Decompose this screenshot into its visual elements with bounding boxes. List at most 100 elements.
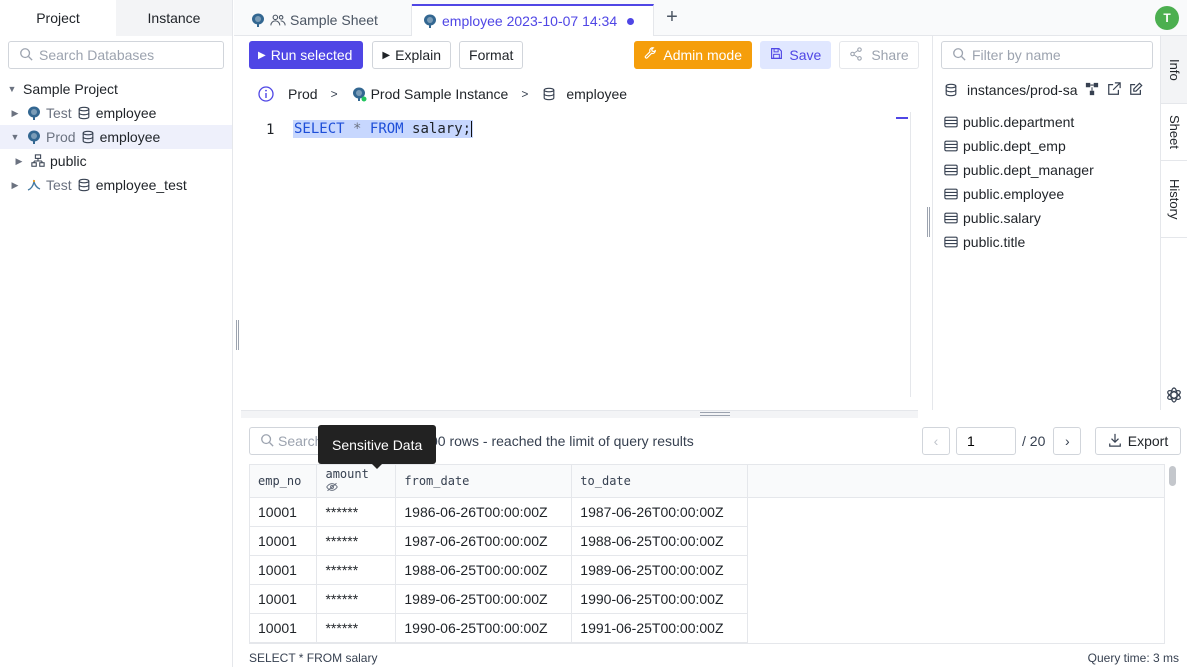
info-icon[interactable] [258, 86, 274, 102]
search-icon [952, 47, 966, 64]
external-link-icon[interactable] [1107, 81, 1121, 99]
user-avatar[interactable]: T [1155, 6, 1179, 30]
search-icon [19, 47, 33, 64]
right-resize-handle[interactable] [927, 207, 930, 237]
next-page-button[interactable]: › [1053, 427, 1082, 455]
tree-db-test-employee[interactable]: ▶ Test employee [0, 101, 232, 125]
cell[interactable]: 10001 [250, 613, 318, 643]
save-button[interactable]: Save [760, 41, 832, 69]
cell[interactable]: 1988-06-25T00:00:00Z [395, 555, 573, 585]
tree-project[interactable]: ▼ Sample Project [0, 77, 232, 101]
column-header[interactable]: emp_no [250, 465, 318, 498]
result-search-input[interactable] [278, 433, 318, 449]
column-header[interactable]: to_date [571, 465, 749, 498]
column-header[interactable]: from_date [395, 465, 573, 498]
pagination: ‹ / 20 › [922, 427, 1082, 455]
format-button[interactable]: Format [459, 41, 524, 69]
tab-project[interactable]: Project [0, 0, 116, 36]
postgres-icon [351, 86, 367, 102]
cell[interactable]: 10001 [250, 526, 318, 556]
table-item-department[interactable]: public.department [943, 110, 1094, 134]
cell[interactable]: 10001 [250, 497, 318, 527]
table-item-employee[interactable]: public.employee [943, 182, 1094, 206]
sql-code-line[interactable]: SELECT * FROM salary; [293, 120, 474, 138]
cell[interactable]: 1988-06-25T00:00:00Z [571, 526, 749, 556]
cell[interactable]: ****** [316, 584, 397, 614]
table-list: public.department public.dept_emp public… [943, 110, 1094, 254]
cell[interactable]: 1989-06-25T00:00:00Z [395, 584, 573, 614]
share-label: Share [871, 47, 909, 63]
text-cursor [471, 121, 473, 137]
add-tab-button[interactable]: + [662, 6, 682, 29]
minimap-marker [896, 117, 908, 119]
explain-button[interactable]: ▶ Explain [372, 41, 452, 69]
edit-icon[interactable] [1129, 81, 1143, 99]
tree-db-test-employee-test[interactable]: ▶ Test employee_test [0, 173, 232, 197]
share-button[interactable]: Share [839, 41, 919, 69]
result-scrollbar[interactable] [1168, 464, 1178, 644]
caret-right-icon[interactable]: ▶ [10, 108, 20, 119]
side-tab-label: History [1167, 178, 1182, 220]
cell[interactable]: ****** [316, 497, 397, 527]
scrollbar-thumb[interactable] [1169, 466, 1176, 486]
cell[interactable]: 1990-06-25T00:00:00Z [571, 584, 749, 614]
search-databases[interactable] [8, 41, 224, 69]
cell[interactable]: 1991-06-25T00:00:00Z [571, 613, 749, 643]
table-item-title[interactable]: public.title [943, 230, 1094, 254]
horizontal-splitter[interactable] [241, 410, 918, 418]
diagram-icon[interactable] [1085, 82, 1099, 99]
table-row: 10001 ****** 1987-06-26T00:00:00Z 1988-0… [250, 526, 1164, 556]
search-databases-input[interactable] [39, 47, 219, 63]
column-header-amount[interactable]: amount [316, 465, 397, 498]
tree-db-prod-employee[interactable]: ▼ Prod employee [0, 125, 232, 149]
sensitive-data-tooltip: Sensitive Data [318, 425, 437, 469]
splitter-handle[interactable] [700, 412, 730, 416]
header-row: emp_no amount from_date to_date [250, 465, 1164, 498]
cell[interactable]: 1990-06-25T00:00:00Z [395, 613, 573, 643]
left-resize-handle[interactable] [236, 320, 239, 350]
cell[interactable]: 1987-06-26T00:00:00Z [571, 497, 749, 527]
caret-right-icon[interactable]: ▶ [10, 180, 20, 191]
table-row: 10001 ****** 1990-06-25T00:00:00Z 1991-0… [250, 613, 1164, 643]
run-selected-button[interactable]: ▶ Run selected [249, 41, 364, 69]
side-tab-history[interactable]: History [1161, 161, 1187, 238]
side-tab-sheet[interactable]: Sheet [1161, 104, 1187, 161]
side-tab-info[interactable]: Info [1161, 36, 1187, 104]
tab-instance[interactable]: Instance [116, 0, 232, 36]
cell[interactable]: 1989-06-25T00:00:00Z [571, 555, 749, 585]
cell[interactable]: 1986-06-26T00:00:00Z [395, 497, 573, 527]
breadcrumb: Prod > Prod Sample Instance > employee [258, 84, 627, 104]
table-name: public.dept_emp [963, 138, 1066, 154]
filter-input[interactable] [972, 47, 1142, 63]
cell[interactable]: 1987-06-26T00:00:00Z [395, 526, 573, 556]
instance-row: instances/prod-sa [943, 80, 1155, 100]
filter-box[interactable] [941, 41, 1153, 69]
sheet-tab-bar: Sample Sheet employee 2023-10-07 14:34 +… [234, 0, 1187, 36]
caret-down-icon[interactable]: ▼ [7, 84, 17, 94]
status-query-time: Query time: 3 ms [1087, 650, 1179, 665]
cell[interactable]: ****** [316, 613, 397, 643]
table-row: 10001 ****** 1988-06-25T00:00:00Z 1989-0… [250, 555, 1164, 585]
openai-icon[interactable] [1165, 386, 1183, 407]
prev-page-button[interactable]: ‹ [922, 427, 950, 455]
caret-right-icon[interactable]: ▶ [14, 156, 24, 167]
database-icon [80, 129, 96, 145]
tree-schema-public[interactable]: ▶ public [0, 149, 232, 173]
share-icon [849, 46, 863, 64]
table-item-salary[interactable]: public.salary [943, 206, 1094, 230]
result-search[interactable] [249, 427, 319, 455]
page-number-input[interactable] [956, 427, 1016, 455]
cell[interactable]: 10001 [250, 555, 318, 585]
cell[interactable]: ****** [316, 526, 397, 556]
admin-mode-button[interactable]: Admin mode [634, 41, 753, 69]
sql-editor[interactable]: 1 SELECT * FROM salary; [241, 112, 911, 397]
table-item-dept-emp[interactable]: public.dept_emp [943, 134, 1094, 158]
tab-sample-sheet[interactable]: Sample Sheet [240, 4, 412, 36]
export-button[interactable]: Export [1095, 427, 1181, 455]
caret-down-icon[interactable]: ▼ [10, 132, 20, 142]
tab-employee-sheet[interactable]: employee 2023-10-07 14:34 [412, 4, 654, 36]
cell[interactable]: 10001 [250, 584, 318, 614]
table-item-dept-manager[interactable]: public.dept_manager [943, 158, 1094, 182]
project-tree: ▼ Sample Project ▶ Test employee ▼ Prod … [0, 77, 232, 197]
cell[interactable]: ****** [316, 555, 397, 585]
